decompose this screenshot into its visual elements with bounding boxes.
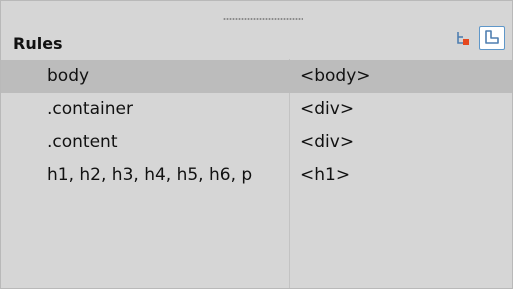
- cascade-rules-icon-svg: [457, 32, 469, 45]
- rule-row-headings[interactable]: h1, h2, h3, h4, h5, h6, p <h1>: [1, 159, 512, 192]
- rules-panel-header: Rules: [1, 1, 512, 59]
- rule-tag: <div>: [300, 99, 355, 119]
- panel-gripper[interactable]: [223, 18, 303, 20]
- rule-tag: <body>: [300, 66, 371, 86]
- current-rules-icon[interactable]: [479, 26, 505, 50]
- panel-title: Rules: [13, 34, 63, 53]
- rule-row-container[interactable]: .container <div>: [1, 93, 512, 126]
- rule-selector: h1, h2, h3, h4, h5, h6, p: [47, 165, 253, 185]
- rule-tag: <div>: [300, 132, 355, 152]
- rule-selector: body: [47, 66, 90, 86]
- rules-panel: Rules body <body> .container <div> .cont…: [0, 0, 513, 289]
- rule-row-content[interactable]: .content <div>: [1, 126, 512, 159]
- current-rules-icon-svg: [485, 30, 499, 44]
- rule-row-body[interactable]: body <body>: [1, 60, 512, 93]
- cascade-rules-icon[interactable]: [453, 28, 473, 48]
- rule-selector: .content: [47, 132, 118, 152]
- rule-tag: <h1>: [300, 165, 351, 185]
- rule-selector: .container: [47, 99, 133, 119]
